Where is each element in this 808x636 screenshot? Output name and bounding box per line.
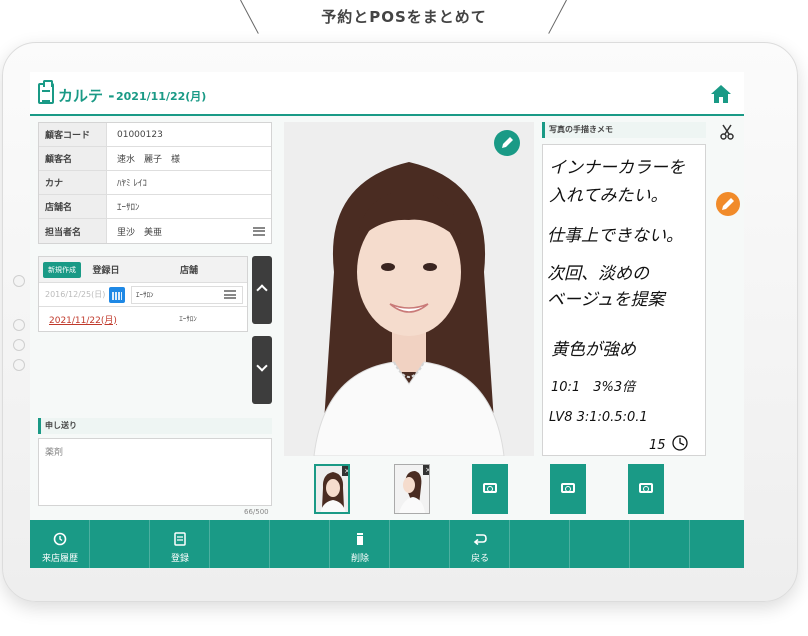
info-row: 顧客コード 01000123 <box>39 123 271 147</box>
info-label: 担当者名 <box>39 219 107 243</box>
pen-icon <box>722 198 734 210</box>
history-icon <box>53 532 67 546</box>
edit-photo-button[interactable] <box>494 130 520 156</box>
table-row[interactable]: 2021/11/22(月) ｴｰｻﾛﾝ <box>39 307 247 331</box>
info-label: カナ <box>39 171 107 194</box>
handwriting-line: インナーカラーを <box>549 158 685 178</box>
shop-select-value: ｴｰｻﾛﾝ <box>136 290 154 299</box>
app-screen: カルテ - 2021/11/22(月) 顧客コード 01000123 顧客名 速… <box>30 72 744 568</box>
customer-name: 速水 麗子 様 <box>117 155 181 165</box>
photo-thumbnails: × × <box>314 464 694 514</box>
delete-button[interactable]: 削除 <box>330 520 390 568</box>
back-label: 戻る <box>470 554 489 564</box>
customer-kana: ﾊﾔﾐ ﾚｲｺ <box>117 179 147 189</box>
scroll-up-button[interactable] <box>252 256 272 324</box>
chevron-up-icon <box>256 284 268 296</box>
col-date: 登録日 <box>92 266 120 276</box>
footer-empty-slot <box>570 520 630 568</box>
add-photo-button[interactable] <box>550 464 586 514</box>
list-icon[interactable] <box>224 290 236 299</box>
customer-photo[interactable] <box>284 122 534 456</box>
customer-code: 01000123 <box>117 129 163 140</box>
visit-table-header: 新規作成 登録日 店舗 <box>39 257 247 283</box>
memo-char-count: 66/500 <box>244 508 269 516</box>
footer-empty-slot <box>630 520 690 568</box>
footer-empty-slot <box>510 520 570 568</box>
visit-history-table: 新規作成 登録日 店舗 2016/12/25(日) ｴｰｻﾛﾝ 2021/11/… <box>38 256 248 332</box>
camera-icon <box>483 483 497 493</box>
tablet-side-button <box>13 339 25 351</box>
info-label: 顧客名 <box>39 147 107 170</box>
caption: 予約とPOSをまとめて <box>321 8 487 26</box>
info-row: 店舗名 ｴｰｻﾛﾝ <box>39 195 271 219</box>
back-button[interactable]: 戻る <box>450 520 510 568</box>
shop-select[interactable]: ｴｰｻﾛﾝ <box>131 285 243 304</box>
handwriting-line: 10:1 3%3倍 <box>551 379 637 395</box>
scroll-down-button[interactable] <box>252 336 272 404</box>
tablet-side-button <box>13 359 25 371</box>
info-label: 店舗名 <box>39 195 107 218</box>
memo-textarea[interactable]: 薬剤 <box>38 438 272 506</box>
back-icon <box>473 534 487 546</box>
info-row: カナ ﾊﾔﾐ ﾚｲｺ <box>39 171 271 195</box>
visit-input-row: 2016/12/25(日) ｴｰｻﾛﾝ <box>39 283 247 307</box>
app-header: カルテ - 2021/11/22(月) <box>30 72 744 116</box>
pen-tool-button[interactable] <box>716 192 740 216</box>
delete-icon <box>357 533 363 545</box>
footer-empty-slot <box>270 520 330 568</box>
memo-label: 申し送り <box>38 418 272 434</box>
handwriting-line: 入れてみたい。 <box>549 186 668 206</box>
calendar-icon[interactable] <box>109 286 125 303</box>
camera-icon <box>561 483 575 493</box>
visit-date-link[interactable]: 2021/11/22(月) <box>39 313 129 326</box>
home-icon[interactable] <box>710 84 732 104</box>
list-icon[interactable] <box>253 226 265 236</box>
footer-empty-slot <box>690 520 744 568</box>
page-title: カルテ - <box>58 87 115 105</box>
footer-empty-slot <box>210 520 270 568</box>
remove-photo-icon[interactable]: × <box>342 466 348 476</box>
footer-empty-slot <box>90 520 150 568</box>
new-entry-button[interactable]: 新規作成 <box>43 261 81 278</box>
pencil-icon <box>502 137 513 148</box>
page-date: 2021/11/22(月) <box>116 90 207 103</box>
camera-icon <box>639 483 653 493</box>
handwriting-line: 15 <box>649 438 666 453</box>
scissors-icon[interactable] <box>720 124 734 140</box>
clipboard-icon <box>38 80 54 104</box>
handwriting-line: LV8 3:1:0.5:0.1 <box>549 410 648 425</box>
handwriting-board[interactable]: インナーカラーを 入れてみたい。 仕事上できない。 次回、淡めの ベージュを提案… <box>542 144 706 456</box>
delete-label: 削除 <box>350 554 369 564</box>
footer-empty-slot <box>390 520 450 568</box>
customer-info-table: 顧客コード 01000123 顧客名 速水 麗子 様 カナ ﾊﾔﾐ ﾚｲｺ 店舗… <box>38 122 272 244</box>
visit-shop: ｴｰｻﾛﾝ <box>179 315 197 323</box>
add-photo-button[interactable] <box>472 464 508 514</box>
tablet-side-button <box>13 319 25 331</box>
staff-name[interactable]: 里沙 美亜 <box>107 225 253 238</box>
handwriting-line: 次回、淡めの <box>547 264 650 284</box>
info-label: 顧客コード <box>39 123 107 146</box>
tablet-side-button <box>13 275 25 287</box>
add-photo-button[interactable] <box>628 464 664 514</box>
register-icon <box>174 532 186 546</box>
history-button[interactable]: 来店履歴 <box>30 520 90 568</box>
handwriting-line: ベージュを提案 <box>547 290 666 310</box>
thumbnail-side[interactable]: × <box>394 464 430 514</box>
handwriting-canvas[interactable]: インナーカラーを 入れてみたい。 仕事上できない。 次回、淡めの ベージュを提案… <box>543 145 707 457</box>
register-label: 登録 <box>170 554 189 564</box>
handwriting-label: 写真の手描きメモ <box>542 122 706 138</box>
handwriting-line: 黄色が強め <box>551 340 637 360</box>
thumbnail-front[interactable]: × <box>314 464 350 514</box>
info-row[interactable]: 担当者名 里沙 美亜 <box>39 219 271 243</box>
register-button[interactable]: 登録 <box>150 520 210 568</box>
col-shop: 店舗 <box>179 266 198 276</box>
info-row: 顧客名 速水 麗子 様 <box>39 147 271 171</box>
action-footer: 来店履歴 登録 削除 戻る <box>30 520 744 568</box>
date-input[interactable]: 2016/12/25(日) <box>39 289 109 300</box>
remove-photo-icon[interactable]: × <box>423 465 429 475</box>
shop-name: ｴｰｻﾛﾝ <box>117 203 140 213</box>
history-label: 来店履歴 <box>41 554 78 564</box>
chevron-down-icon <box>256 360 268 372</box>
handwriting-line: 仕事上できない。 <box>547 226 683 246</box>
